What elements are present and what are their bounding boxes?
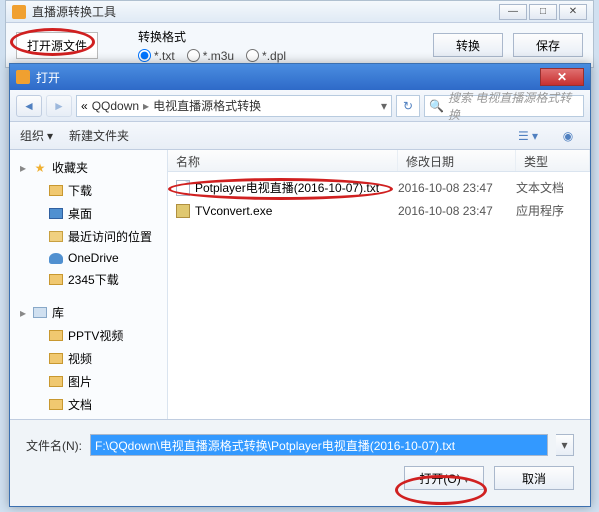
open-button[interactable]: 打开(O) ▾ <box>404 466 484 490</box>
dialog-icon <box>16 70 30 84</box>
sidebar-xunlei[interactable]: 迅雷下载 <box>10 416 167 419</box>
filename-input[interactable]: F:\QQdown\电视直播源格式转换\Potplayer电视直播(2016-1… <box>90 434 548 456</box>
search-input[interactable]: 🔍 搜索 电视直播源格式转换 <box>424 95 584 117</box>
sidebar-desktop[interactable]: 桌面 <box>10 202 167 225</box>
chevron-down-icon: ▾ <box>47 129 53 143</box>
minimize-button[interactable]: — <box>499 4 527 20</box>
sidebar-video[interactable]: 视频 <box>10 347 167 370</box>
breadcrumb-part[interactable]: QQdown <box>92 99 139 113</box>
format-radio-dpl[interactable]: *.dpl <box>246 49 286 63</box>
maximize-button[interactable]: □ <box>529 4 557 20</box>
help-button[interactable]: ◉ <box>556 126 580 146</box>
main-titlebar: 直播源转换工具 — □ ✕ <box>6 1 593 23</box>
format-label: 转换格式 <box>138 28 286 45</box>
sidebar-downloads[interactable]: 下载 <box>10 179 167 202</box>
sidebar-recent[interactable]: 最近访问的位置 <box>10 225 167 248</box>
filename-dropdown[interactable]: ▾ <box>556 434 574 456</box>
sidebar-onedrive[interactable]: OneDrive <box>10 248 167 268</box>
cancel-button[interactable]: 取消 <box>494 466 574 490</box>
format-radio-m3u[interactable]: *.m3u <box>187 49 234 63</box>
format-radio-txt[interactable]: *.txt <box>138 49 175 63</box>
sidebar-documents[interactable]: 文档 <box>10 393 167 416</box>
column-header-name[interactable]: 名称 <box>168 150 398 171</box>
dialog-footer: 文件名(N): F:\QQdown\电视直播源格式转换\Potplayer电视直… <box>10 420 590 506</box>
file-row[interactable]: TVconvert.exe 2016-10-08 23:47 应用程序 <box>168 199 590 222</box>
sidebar-pictures[interactable]: 图片 <box>10 370 167 393</box>
view-options-button[interactable]: ☰ ▾ <box>516 126 540 146</box>
file-row[interactable]: Potplayer电视直播(2016-10-07).txt 2016-10-08… <box>168 176 590 199</box>
breadcrumb[interactable]: « QQdown ▸ 电视直播源格式转换 ▾ <box>76 95 392 117</box>
dialog-titlebar: 打开 ✕ <box>10 64 590 90</box>
main-toolbar: 打开源文件 转换格式 *.txt *.m3u *.dpl 转换 保存 <box>6 23 593 67</box>
app-icon <box>12 5 26 19</box>
nav-forward-button[interactable]: ► <box>46 95 72 117</box>
sidebar-2345downloads[interactable]: 2345下载 <box>10 268 167 291</box>
filename-label: 文件名(N): <box>26 437 82 454</box>
file-list: 名称 修改日期 类型 Potplayer电视直播(2016-10-07).txt… <box>168 150 590 419</box>
nav-back-button[interactable]: ◄ <box>16 95 42 117</box>
column-header-type[interactable]: 类型 <box>516 150 590 171</box>
organize-menu[interactable]: 组织 ▾ <box>20 127 53 144</box>
dialog-close-button[interactable]: ✕ <box>540 68 584 86</box>
close-button[interactable]: ✕ <box>559 4 587 20</box>
chevron-right-icon: ▸ <box>143 99 149 113</box>
column-header-modified[interactable]: 修改日期 <box>398 150 516 171</box>
sidebar-library[interactable]: ▸库 <box>10 301 167 324</box>
open-dialog: 打开 ✕ ◄ ► « QQdown ▸ 电视直播源格式转换 ▾ ↻ 🔍 搜索 电… <box>9 63 591 507</box>
new-folder-button[interactable]: 新建文件夹 <box>69 127 129 144</box>
sidebar-pptv[interactable]: PPTV视频 <box>10 324 167 347</box>
dialog-nav: ◄ ► « QQdown ▸ 电视直播源格式转换 ▾ ↻ 🔍 搜索 电视直播源格… <box>10 90 590 122</box>
file-icon <box>176 180 190 196</box>
save-button[interactable]: 保存 <box>513 33 583 57</box>
dialog-title: 打开 <box>36 69 540 86</box>
chevron-left-icon: « <box>81 99 88 113</box>
search-icon: 🔍 <box>429 99 444 113</box>
convert-button[interactable]: 转换 <box>433 33 503 57</box>
sidebar: ▸★收藏夹 下载 桌面 最近访问的位置 OneDrive 2345下载 ▸库 P… <box>10 150 168 419</box>
breadcrumb-part[interactable]: 电视直播源格式转换 <box>153 97 261 114</box>
sidebar-favorites[interactable]: ▸★收藏夹 <box>10 156 167 179</box>
dialog-toolbar: 组织 ▾ 新建文件夹 ☰ ▾ ◉ <box>10 122 590 150</box>
refresh-button[interactable]: ↻ <box>396 95 420 117</box>
exe-icon <box>176 204 190 218</box>
open-source-button[interactable]: 打开源文件 <box>16 32 98 59</box>
breadcrumb-dropdown[interactable]: ▾ <box>381 99 387 113</box>
app-title: 直播源转换工具 <box>32 3 497 20</box>
